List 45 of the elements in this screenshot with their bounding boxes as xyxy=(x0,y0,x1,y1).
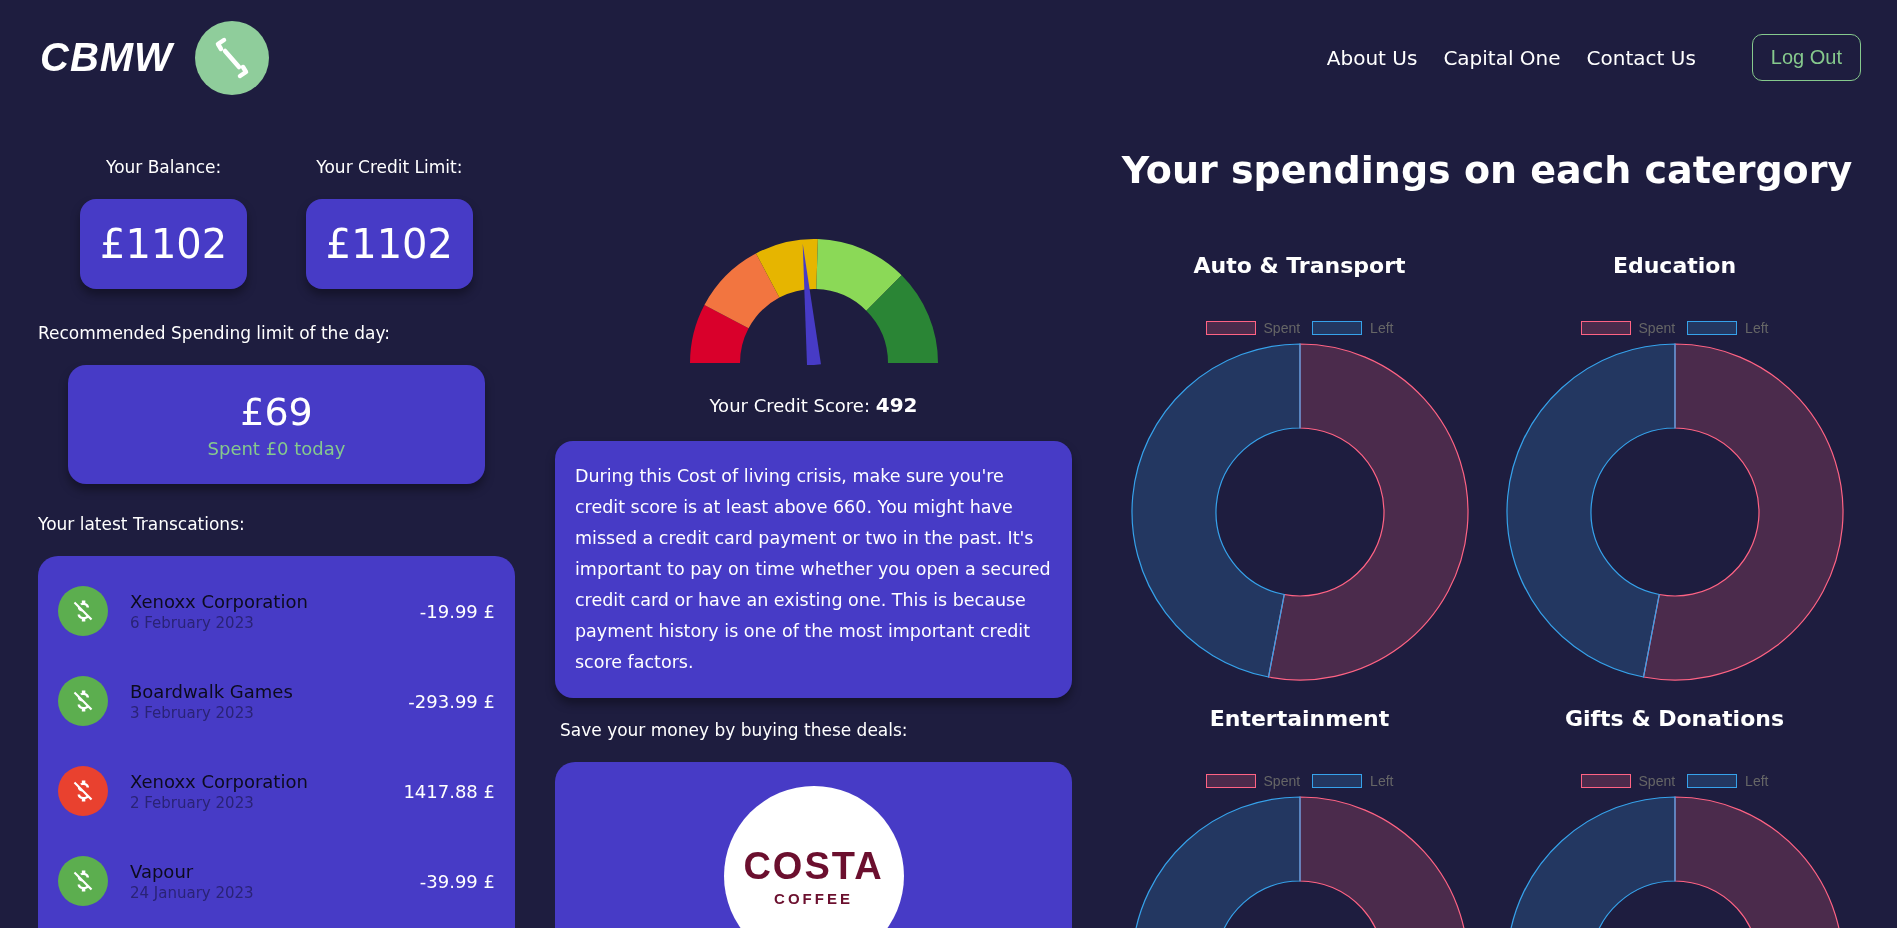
brand-name: COSTA xyxy=(743,845,884,888)
amount-card: £1102 xyxy=(305,199,473,289)
nav-link[interactable]: Contact Us xyxy=(1586,45,1696,70)
summary-label: Your Credit Limit: xyxy=(316,157,463,177)
legend-label[interactable]: Left xyxy=(1370,320,1394,336)
chart-title: Education xyxy=(1612,253,1737,278)
credit-score: Your Credit Score: 492 xyxy=(708,393,919,417)
amount-card: £1102 xyxy=(80,199,248,289)
chart-title: Entertainment xyxy=(1209,706,1390,731)
legend-label[interactable]: Left xyxy=(1745,320,1769,336)
section-label: Recommended Spending limit of the day: xyxy=(38,323,391,343)
transaction-name: Xenoxx Corporation xyxy=(130,590,308,612)
transaction-amount: -39.99 £ xyxy=(419,870,495,892)
logout-button[interactable]: Log Out xyxy=(1751,34,1861,81)
transaction-date: 2 February 2023 xyxy=(130,793,255,812)
transaction-date: 24 January 2023 xyxy=(130,883,254,902)
transaction-name: Boardwalk Games xyxy=(130,680,293,702)
section-label: Save your money by buying these deals: xyxy=(560,720,909,740)
legend-label[interactable]: Left xyxy=(1370,773,1394,789)
nav-link[interactable]: Capital One xyxy=(1443,45,1561,70)
chart-title: Auto & Transport xyxy=(1193,253,1406,278)
summary-label: Your Balance: xyxy=(106,157,222,177)
legend-label[interactable]: Left xyxy=(1745,773,1769,789)
transaction-amount: -293.99 £ xyxy=(408,690,495,712)
legend-label[interactable]: Spent xyxy=(1263,320,1301,336)
transaction-name: Vapour xyxy=(130,860,195,882)
legend-label[interactable]: Spent xyxy=(1638,773,1676,789)
tip-text: During this Cost of living crisis, make sure you're credit score is at least above 660. You might have missed a credit card payment or two in the past. It's important to pay on time whether you open a secured credit card or have an existing one. This is because payment history is one of the most important credit score factors. xyxy=(555,441,1072,698)
transaction-date: 3 February 2023 xyxy=(130,703,255,722)
brand-subtitle: COFFEE xyxy=(774,890,853,907)
deal-card[interactable]: COSTA COFFEE xyxy=(555,762,1072,928)
transaction-date: 6 February 2023 xyxy=(130,613,255,632)
transaction-amount: -19.99 £ xyxy=(419,600,495,622)
section-label: Your latest Transcations: xyxy=(38,514,246,534)
limit-amount: £69 xyxy=(240,390,313,434)
nav-link[interactable]: About Us xyxy=(1326,45,1418,70)
chart-title: Gifts & Donations xyxy=(1564,706,1785,731)
logo-icon xyxy=(194,20,269,95)
spent-today: Spent £0 today xyxy=(207,438,346,459)
logo-text: CBMW xyxy=(40,35,173,80)
transaction-name: Xenoxx Corporation xyxy=(130,770,308,792)
transaction-amount: 1417.88 £ xyxy=(403,780,495,802)
legend-label[interactable]: Spent xyxy=(1263,773,1301,789)
spendings-title: Your spendings on each catergory xyxy=(1120,147,1854,194)
legend-label[interactable]: Spent xyxy=(1638,320,1676,336)
